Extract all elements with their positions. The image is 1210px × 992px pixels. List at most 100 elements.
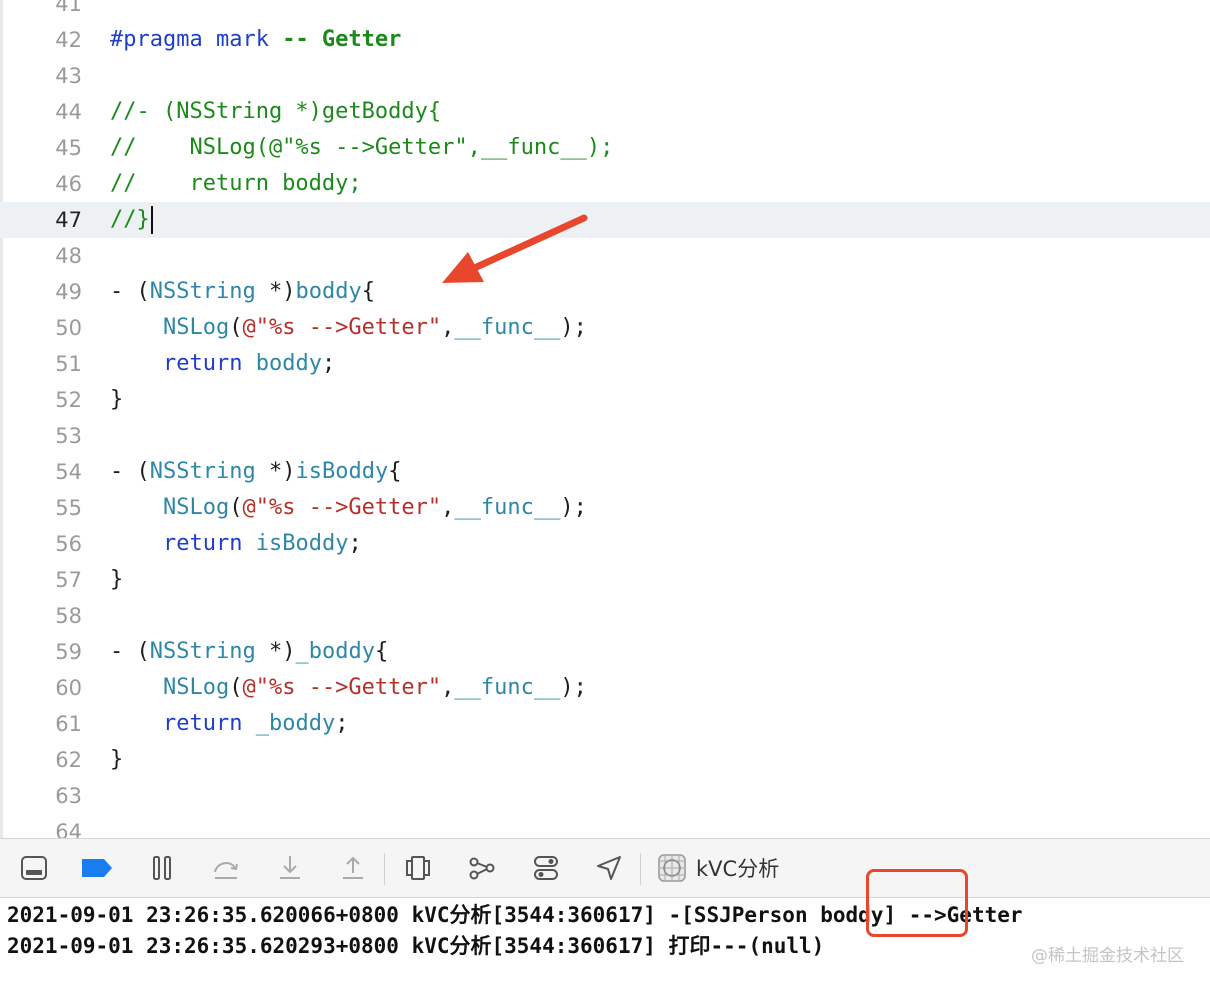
toolbar-separator bbox=[640, 853, 641, 885]
code-line[interactable]: 43 bbox=[0, 58, 1210, 94]
line-number: 63 bbox=[55, 784, 82, 808]
code-token: return bbox=[162, 711, 243, 736]
code-token: NSString bbox=[149, 459, 256, 484]
code-line[interactable]: 62} bbox=[0, 742, 1210, 778]
code-line[interactable]: 58 bbox=[0, 598, 1210, 634]
code-text: } bbox=[110, 562, 123, 598]
code-line[interactable]: 55 NSLog(@"%s -->Getter",__func__); bbox=[0, 490, 1210, 526]
code-text: - (NSString *)isBoddy{ bbox=[110, 454, 401, 490]
code-token: @"%s -->Getter" bbox=[242, 675, 442, 700]
line-number: 62 bbox=[55, 748, 82, 772]
code-token: *) bbox=[255, 459, 296, 484]
code-token: NSString bbox=[149, 279, 256, 304]
code-token: - ( bbox=[110, 639, 150, 664]
code-token: boddy bbox=[295, 279, 362, 304]
code-token: { bbox=[388, 459, 402, 484]
line-number: 53 bbox=[55, 424, 82, 448]
code-text: NSLog(@"%s -->Getter",__func__); bbox=[110, 670, 587, 706]
line-number: 43 bbox=[55, 64, 82, 88]
code-line[interactable]: 42 #pragma mark -- Getter bbox=[0, 22, 1210, 58]
code-line[interactable]: 48 bbox=[0, 238, 1210, 274]
pause-icon[interactable] bbox=[145, 851, 179, 885]
code-line[interactable]: 60 NSLog(@"%s -->Getter",__func__); bbox=[0, 670, 1210, 706]
console-line: 2021-09-01 23:26:35.620293+0800 kVC分析[35… bbox=[7, 934, 825, 958]
code-token: #pragma bbox=[110, 27, 203, 52]
code-token: ( bbox=[229, 675, 243, 700]
debug-console[interactable]: 2021-09-01 23:26:35.620066+0800 kVC分析[35… bbox=[0, 898, 1210, 992]
line-number: 59 bbox=[55, 640, 82, 664]
code-line[interactable]: 44 //- (NSString *)getBoddy{ bbox=[0, 94, 1210, 130]
code-line[interactable]: 64 bbox=[0, 814, 1210, 838]
line-number: 56 bbox=[55, 532, 82, 556]
code-token: _boddy bbox=[255, 711, 336, 736]
code-line[interactable]: 47 //} bbox=[0, 202, 1210, 238]
code-text: //- (NSString *)getBoddy{ bbox=[110, 94, 441, 130]
code-line[interactable]: 51 return boddy; bbox=[0, 346, 1210, 382]
code-line[interactable]: 52} bbox=[0, 382, 1210, 418]
code-token: __func__ bbox=[454, 315, 561, 340]
code-text: } bbox=[110, 382, 123, 418]
code-token: ); bbox=[560, 495, 587, 520]
line-number: 58 bbox=[55, 604, 82, 628]
target-label[interactable]: kVC分析 bbox=[696, 853, 779, 885]
code-text: //} bbox=[110, 202, 153, 238]
step-over-icon[interactable] bbox=[209, 851, 243, 885]
code-token: _boddy bbox=[295, 639, 375, 664]
line-number: 55 bbox=[55, 496, 82, 520]
line-number: 42 bbox=[55, 28, 82, 52]
code-token: //} bbox=[110, 207, 150, 232]
code-token: ); bbox=[560, 315, 587, 340]
code-token: } bbox=[110, 747, 124, 772]
line-number: 60 bbox=[55, 676, 82, 700]
code-line[interactable]: 57} bbox=[0, 562, 1210, 598]
code-line[interactable]: 45 // NSLog(@"%s -->Getter",__func__); bbox=[0, 130, 1210, 166]
view-hierarchy-icon[interactable] bbox=[401, 851, 435, 885]
memory-graph-icon[interactable] bbox=[465, 851, 499, 885]
line-number: 41 bbox=[55, 0, 82, 16]
breakpoints-icon[interactable] bbox=[80, 851, 114, 885]
line-number: 50 bbox=[55, 316, 82, 340]
code-line[interactable]: 53 bbox=[0, 418, 1210, 454]
code-line[interactable]: 54 - (NSString *)isBoddy{ bbox=[0, 454, 1210, 490]
code-line[interactable]: 61 return _boddy; bbox=[0, 706, 1210, 742]
code-token: , bbox=[441, 675, 455, 700]
code-token: , bbox=[441, 495, 455, 520]
code-token: boddy bbox=[255, 351, 322, 376]
code-editor[interactable]: 41 42 #pragma mark -- Getter 43 44 //- (NSStr… bbox=[0, 0, 1210, 838]
code-line[interactable]: 50 NSLog(@"%s -->Getter",__func__); bbox=[0, 310, 1210, 346]
code-line[interactable]: 49 - (NSString *)boddy{ bbox=[0, 274, 1210, 310]
code-token: ; bbox=[335, 711, 349, 736]
code-token: , bbox=[441, 315, 455, 340]
line-number: 47 bbox=[55, 208, 82, 232]
code-line[interactable]: 63 bbox=[0, 778, 1210, 814]
step-out-icon[interactable] bbox=[336, 851, 370, 885]
text-caret bbox=[150, 206, 153, 234]
line-number: 64 bbox=[55, 820, 82, 838]
simulate-location-icon[interactable] bbox=[592, 851, 626, 885]
code-line[interactable]: 59 - (NSString *)_boddy{ bbox=[0, 634, 1210, 670]
line-number: 46 bbox=[55, 172, 82, 196]
code-text: NSLog(@"%s -->Getter",__func__); bbox=[110, 490, 587, 526]
code-text: // return boddy; bbox=[110, 166, 362, 202]
code-line[interactable]: 41 bbox=[0, 0, 1210, 22]
line-number: 48 bbox=[55, 244, 82, 268]
line-number: 61 bbox=[55, 712, 82, 736]
code-text: NSLog(@"%s -->Getter",__func__); bbox=[110, 310, 587, 346]
toolbar-separator bbox=[384, 853, 385, 885]
code-line[interactable]: 56 return isBoddy; bbox=[0, 526, 1210, 562]
step-into-icon[interactable] bbox=[273, 851, 307, 885]
code-token: @"%s -->Getter" bbox=[242, 495, 442, 520]
environment-overrides-icon[interactable] bbox=[529, 851, 563, 885]
code-token: @"%s -->Getter" bbox=[242, 315, 442, 340]
code-token: NSLog bbox=[162, 315, 230, 340]
hide-console-icon[interactable] bbox=[17, 851, 51, 885]
code-token: ( bbox=[229, 495, 243, 520]
code-line[interactable]: 46 // return boddy; bbox=[0, 166, 1210, 202]
